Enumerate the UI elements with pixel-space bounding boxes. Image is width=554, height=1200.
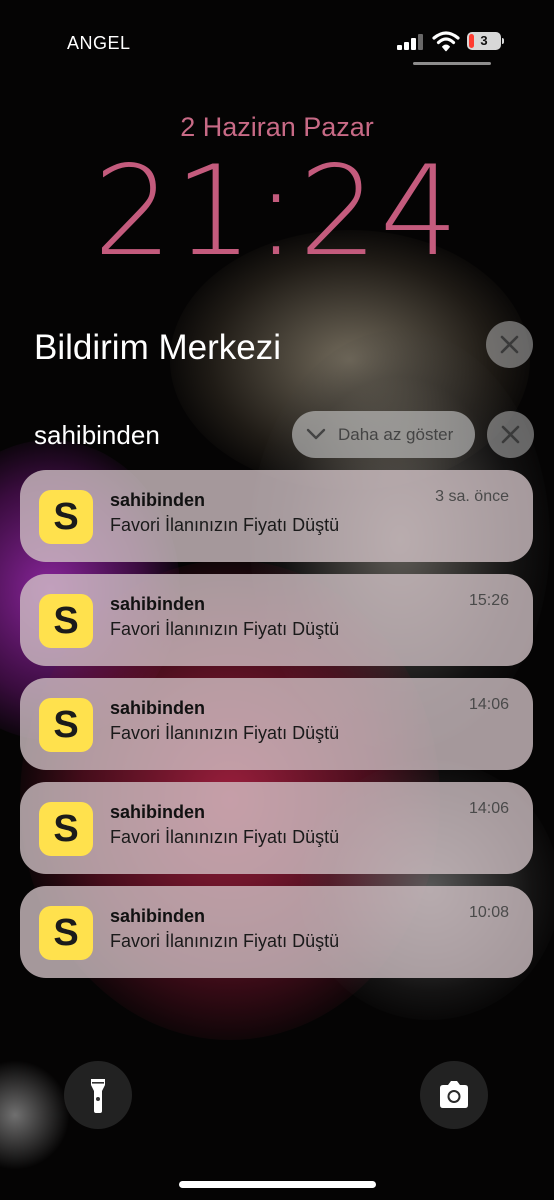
chevron-down-icon [306, 428, 326, 440]
clear-all-button[interactable] [486, 321, 533, 368]
notification-group-title: sahibinden [34, 420, 160, 450]
home-indicator[interactable] [179, 1181, 376, 1188]
notification-app-name: sahibinden [110, 802, 206, 822]
notification-time: 15:26 [468, 592, 509, 609]
clear-group-button[interactable] [487, 411, 534, 458]
notification-app-name: sahibinden [110, 698, 206, 718]
sahibinden-app-icon: S [39, 698, 93, 752]
camera-button[interactable] [420, 1061, 488, 1129]
battery-icon: 3 [467, 32, 505, 50]
show-less-button[interactable]: Daha az göster [292, 411, 475, 458]
notification-app-name: sahibinden [110, 594, 206, 614]
notification-message: Favori İlanınızın Fiyatı Düştü [110, 827, 340, 847]
close-icon [500, 335, 519, 354]
carrier-name: ANGEL [67, 33, 131, 53]
sahibinden-app-icon: S [39, 906, 93, 960]
notification-message: Favori İlanınızın Fiyatı Düştü [110, 931, 340, 951]
show-less-label: Daha az göster [338, 425, 454, 444]
notification-time: 14:06 [468, 800, 509, 817]
notification-time: 10:08 [468, 904, 509, 921]
flashlight-icon [91, 1079, 105, 1113]
sahibinden-app-icon: S [39, 594, 93, 648]
notification-card[interactable]: S sahibinden Favori İlanınızın Fiyatı Dü… [20, 470, 533, 562]
notification-card[interactable]: S sahibinden Favori İlanınızın Fiyatı Dü… [20, 782, 533, 874]
notification-center-title: Bildirim Merkezi [34, 328, 281, 367]
sahibinden-app-icon: S [39, 490, 93, 544]
notification-app-name: sahibinden [110, 490, 206, 510]
cellular-signal-icon [397, 34, 425, 50]
notification-card[interactable]: S sahibinden Favori İlanınızın Fiyatı Dü… [20, 886, 533, 978]
sahibinden-app-icon: S [39, 802, 93, 856]
notification-message: Favori İlanınızın Fiyatı Düştü [110, 515, 340, 535]
notification-card[interactable]: S sahibinden Favori İlanınızın Fiyatı Dü… [20, 678, 533, 770]
lock-screen-clock: 21:24 [93, 140, 461, 284]
notification-message: Favori İlanınızın Fiyatı Düştü [110, 619, 340, 639]
battery-level: 3 [480, 33, 488, 48]
wifi-icon [432, 30, 460, 52]
camera-icon [440, 1081, 468, 1108]
control-center-indicator[interactable] [413, 62, 491, 65]
notification-card[interactable]: S sahibinden Favori İlanınızın Fiyatı Dü… [20, 574, 533, 666]
notification-message: Favori İlanınızın Fiyatı Düştü [110, 723, 340, 743]
notification-app-name: sahibinden [110, 906, 206, 926]
status-bar: ANGEL 3 [0, 0, 554, 80]
flashlight-button[interactable] [64, 1061, 132, 1129]
close-icon [501, 425, 520, 444]
lock-screen-date: 2 Haziran Pazar [180, 112, 374, 142]
notification-time: 3 sa. önce [435, 488, 509, 505]
notification-time: 14:06 [468, 696, 509, 713]
